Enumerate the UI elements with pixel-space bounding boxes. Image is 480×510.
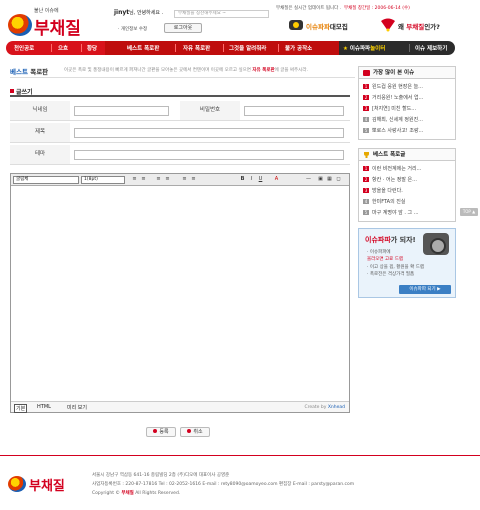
nav-workshop[interactable]: 불가 공작소: [285, 44, 312, 52]
logo-tagline: 불난 이슈에: [34, 8, 59, 14]
editor-toolbar: 굴림체 1(8pt) ≡ ≡ ≡ ≡ ≡ ≡ B I U A — ▣ ▦ ◻: [11, 174, 349, 186]
form-header: 글쓰기: [10, 87, 350, 97]
indent-button[interactable]: ≡: [164, 176, 171, 183]
cancel-icon: [187, 429, 192, 433]
align-left-button[interactable]: ≡: [181, 176, 188, 183]
site-logo[interactable]: 불난 이슈에 부채질: [8, 6, 103, 39]
scroll-top-button[interactable]: TOP ▲: [460, 208, 478, 216]
theme-label: 테마: [10, 145, 70, 164]
hot-item[interactable]: 3 [처지연] 미친 할드...: [363, 105, 453, 112]
nav-item-2[interactable]: 으흐: [58, 44, 68, 52]
logo-swirl-icon: [8, 14, 32, 36]
editor-footer: 기본 HTML 미리 보기 Create by Xnhead: [11, 401, 349, 413]
font-size-select[interactable]: 1(8pt): [81, 176, 125, 184]
edit-profile-link[interactable]: · 개인정보 수정: [118, 26, 147, 32]
promo-issuepapa[interactable]: 이슈파파대모집: [288, 18, 368, 34]
theme-input[interactable]: [74, 150, 344, 160]
password-label: 비밀번호: [180, 101, 240, 120]
nav-item-3[interactable]: 황당: [87, 44, 97, 52]
trophy-icon: [364, 152, 369, 158]
footer-logo[interactable]: 부채질: [8, 474, 78, 496]
nav-free-board[interactable]: 자유 폭로판: [183, 44, 210, 52]
issuepapa-ad[interactable]: 이슈파파가 되자! · 이슈파파에 올라오면 고료 드랩 · 이고 상을 핍, …: [358, 228, 456, 298]
tv-icon: [363, 70, 370, 76]
box-button[interactable]: ◻: [335, 176, 342, 183]
sidebar-hot-issues: 가장 많이 본 이슈 1 왼드컵 응원 현장은 늘... 2 거리응원! 노출에서 …: [358, 66, 456, 140]
row-subject: 제목: [10, 123, 350, 143]
user-box: jinyt님, 안녕하세요 . 부채질을 칭찬해주세요 ~ · 개인정보 수정 …: [114, 6, 274, 36]
text-color-button[interactable]: A: [273, 176, 280, 183]
page-description: 이곳은 폭로 및 풍정내용이 빠르게 퍼져나간 글판을 모아놓은 곳에서 컨텐이…: [64, 68, 308, 73]
editor-credit: Create by Xnhead: [304, 405, 345, 410]
best-item[interactable]: 1 이런 비전계에는 거리...: [363, 165, 453, 172]
submit-button[interactable]: 등록: [146, 427, 176, 437]
nav-left: 천인공로 으흐 황당: [6, 41, 105, 55]
list-number-button[interactable]: ≡: [140, 176, 147, 183]
hr-button[interactable]: —: [305, 176, 312, 183]
nickname-input[interactable]: [74, 106, 169, 116]
sidebar-best-posts: 베스트 폭로글 1 이런 비전계에는 거리... 2 항칸 · 어는 정말 은...…: [358, 148, 456, 222]
subject-label: 제목: [10, 123, 70, 142]
nav-playground[interactable]: ★ 이슈파파놀이터: [343, 44, 385, 52]
footer-contact: 사업자등록번호 : 220-87-17816 Tel : 02-2052-161…: [92, 482, 355, 487]
editor-content-area[interactable]: [11, 186, 349, 401]
nav-right: ★ 이슈파파놀이터 이슈 제보하기: [339, 41, 455, 55]
mascot-icon: [289, 20, 303, 30]
submit-icon: [153, 429, 158, 433]
outdent-button[interactable]: ≡: [155, 176, 162, 183]
rich-text-editor: 굴림체 1(8pt) ≡ ≡ ≡ ≡ ≡ ≡ B I U A — ▣ ▦ ◻ 기…: [10, 173, 350, 413]
user-greeting: jinyt님, 안녕하세요 .: [114, 9, 164, 16]
table-button[interactable]: ▦: [326, 176, 333, 183]
row-theme: 테마: [10, 145, 350, 165]
site-notice: 부채질은 실시간 업데이트 됩니다 . 부채질 창간일 : 2006-06-14…: [276, 6, 410, 11]
footer-divider: [0, 455, 480, 456]
hot-item[interactable]: 1 왼드컵 응원 현장은 늘...: [363, 83, 453, 90]
nickname-label: 닉네임: [10, 101, 70, 120]
hot-item[interactable]: 4 김해최, 신세계 정원진...: [363, 116, 453, 123]
hot-issues-title: 가장 많이 본 이슈: [359, 67, 455, 79]
star-icon: ★: [343, 46, 348, 52]
underline-button[interactable]: U: [257, 176, 264, 183]
tab-html[interactable]: HTML: [37, 404, 51, 410]
nav-best-board[interactable]: 베스트 폭로판: [127, 44, 159, 52]
footer-address: 서울시 강남구 역삼동 641-16 충림빌딩 2층 (주)디오에 대표이사 공…: [92, 473, 230, 478]
best-item[interactable]: 5 마구 계명야 앞 . 그 ...: [363, 209, 453, 216]
footer-logo-swirl-icon: [8, 476, 26, 492]
font-select[interactable]: 굴림체: [13, 176, 79, 184]
nav-report-issue[interactable]: 이슈 제보하기: [415, 44, 447, 52]
footer-copyright: Copyright © 부채질 All Rights Reserved.: [92, 491, 181, 496]
logo-title: 부채질: [34, 19, 81, 39]
row-nickname-password: 닉네임 비밀번호: [10, 101, 350, 121]
page-title: 베스트 폭로판 이곳은 폭로 및 풍정내용이 빠르게 퍼져나간 글판을 모아놓은…: [10, 66, 355, 78]
camera-icon: [423, 233, 449, 255]
cancel-button[interactable]: 취소: [180, 427, 210, 437]
best-item[interactable]: 3 방을을 다런다.: [363, 187, 453, 194]
italic-button[interactable]: I: [248, 176, 255, 183]
nav-tell-board[interactable]: 그것을 알려줘라: [229, 44, 266, 52]
hot-item[interactable]: 2 거리응원! 노출에서 업...: [363, 94, 453, 101]
subject-input[interactable]: [74, 128, 344, 138]
list-bullet-button[interactable]: ≡: [131, 176, 138, 183]
nav-item-1[interactable]: 천인공로: [14, 44, 34, 52]
become-issuepapa-button[interactable]: 이슈파파 되기 ▶: [399, 285, 451, 294]
best-item[interactable]: 4 한미FTA의 진실: [363, 198, 453, 205]
bold-button[interactable]: B: [239, 176, 246, 183]
image-button[interactable]: ▣: [317, 176, 324, 183]
tab-basic[interactable]: 기본: [14, 404, 28, 413]
promo-why[interactable]: 왜 부채질인가?: [380, 18, 470, 34]
password-input[interactable]: [244, 106, 344, 116]
logout-button[interactable]: 로그아웃: [164, 23, 202, 33]
nav-mid: 베스트 폭로판 자유 폭로판 그것을 알려줘라 불가 공작소: [105, 41, 339, 55]
align-center-button[interactable]: ≡: [190, 176, 197, 183]
user-name: jinyt: [114, 9, 130, 16]
tab-preview[interactable]: 미리 보기: [67, 404, 87, 411]
best-posts-title: 베스트 폭로글: [359, 149, 455, 161]
fan-icon: [381, 18, 395, 32]
best-item[interactable]: 2 항칸 · 어는 정말 은...: [363, 176, 453, 183]
hot-item[interactable]: 5 뽀로스 사랑사고! 조랑...: [363, 127, 453, 134]
notice-input[interactable]: 부채질을 칭찬해주세요 ~: [174, 10, 269, 18]
